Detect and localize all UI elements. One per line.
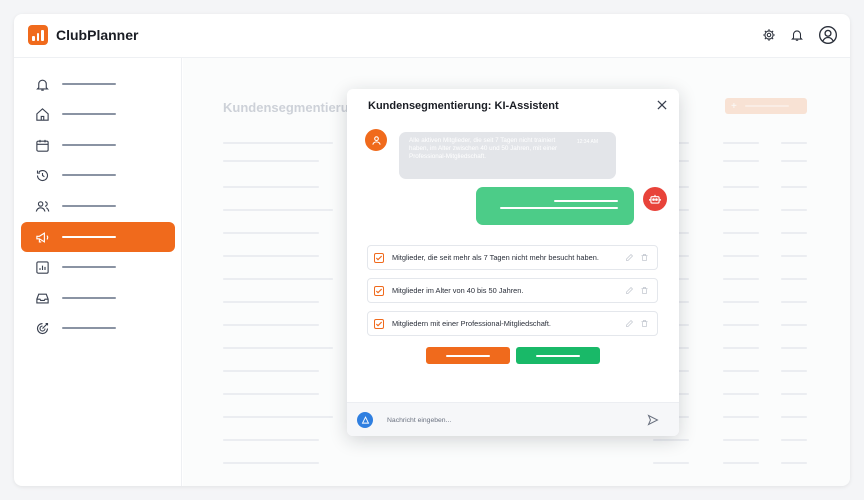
bell-icon — [36, 79, 49, 91]
sidebar-item-label — [62, 265, 116, 269]
sidebar-item-label — [62, 204, 116, 208]
users-icon — [35, 200, 50, 212]
criterion-label: Mitglieder im Alter von 40 bis 50 Jahren… — [392, 286, 524, 295]
history-icon — [36, 169, 48, 181]
composer-avatar — [357, 412, 373, 428]
check-icon — [375, 255, 383, 260]
target-icon — [36, 322, 49, 334]
cancel-button[interactable] — [426, 347, 510, 364]
megaphone-icon — [36, 231, 49, 243]
button-label — [536, 354, 580, 357]
edit-icon[interactable] — [625, 319, 634, 328]
sidebar-item-label — [62, 143, 116, 147]
bell-icon[interactable] — [790, 28, 804, 42]
sidebar-item-label — [62, 82, 116, 86]
send-icon[interactable] — [647, 414, 659, 426]
logo-icon — [28, 25, 48, 45]
sidebar-item-calendar[interactable] — [21, 130, 175, 160]
sidebar-item-history[interactable] — [21, 160, 175, 190]
criterion-item[interactable]: Mitglieder im Alter von 40 bis 50 Jahren… — [367, 278, 658, 303]
criterion-item[interactable]: Mitgliedern mit einer Professional-Mitgl… — [367, 311, 658, 336]
app-logo[interactable]: ClubPlanner — [28, 25, 138, 45]
check-icon — [375, 288, 383, 293]
criterion-checkbox[interactable] — [374, 252, 384, 263]
sidebar-item-members[interactable] — [21, 191, 175, 221]
robot-icon — [649, 194, 661, 204]
user-avatar — [365, 129, 387, 151]
sidebar-item-reports[interactable] — [21, 252, 175, 282]
user-message-bubble: Alle aktiven Mitglieder, die seit 7 Tage… — [399, 132, 616, 179]
user-icon[interactable] — [818, 25, 838, 45]
assistant-message-line — [500, 207, 618, 209]
settings-icon[interactable] — [762, 28, 776, 42]
delete-icon[interactable] — [640, 319, 649, 328]
criterion-item[interactable]: Mitglieder, die seit mehr als 7 Tagen ni… — [367, 245, 658, 270]
close-icon[interactable] — [655, 98, 669, 112]
user-icon — [371, 135, 381, 145]
sidebar-item-label — [62, 235, 116, 239]
sidebar-item-label — [62, 326, 116, 330]
chart-icon — [36, 260, 49, 274]
criterion-label: Mitgliedern mit einer Professional-Mitgl… — [392, 319, 551, 328]
criterion-label: Mitglieder, die seit mehr als 7 Tagen ni… — [392, 253, 599, 262]
delete-icon[interactable] — [640, 286, 649, 295]
message-timestamp: 12:34 AM — [576, 139, 598, 145]
dialog-title: Kundensegmentierung: KI-Assistent — [368, 100, 559, 112]
user-message-text: Alle aktiven Mitglieder, die seit 7 Tage… — [409, 137, 558, 160]
inbox-icon — [36, 293, 49, 303]
assistant-icon — [361, 415, 369, 424]
assistant-avatar — [643, 187, 667, 211]
home-icon — [36, 107, 49, 121]
top-bar: ClubPlanner — [14, 14, 850, 58]
calendar-icon — [36, 139, 49, 152]
sidebar-item-label — [62, 112, 116, 116]
app-name: ClubPlanner — [56, 27, 139, 43]
check-icon — [375, 321, 383, 326]
button-label — [446, 354, 490, 357]
edit-icon[interactable] — [625, 286, 634, 295]
sidebar — [14, 58, 182, 486]
criterion-checkbox[interactable] — [374, 318, 384, 329]
criterion-checkbox[interactable] — [374, 285, 384, 296]
assistant-message-bubble — [476, 187, 634, 225]
sidebar-item-inbox[interactable] — [21, 283, 175, 313]
delete-icon[interactable] — [640, 253, 649, 262]
sidebar-item-marketing[interactable] — [21, 222, 175, 252]
sidebar-item-notifications[interactable] — [21, 69, 175, 99]
edit-icon[interactable] — [625, 253, 634, 262]
ai-assistant-dialog: Kundensegmentierung: KI-Assistent Alle a… — [347, 89, 679, 436]
apply-button[interactable] — [516, 347, 600, 364]
sidebar-item-label — [62, 296, 116, 300]
sidebar-item-home[interactable] — [21, 99, 175, 129]
sidebar-item-goals[interactable] — [21, 313, 175, 343]
sidebar-item-label — [62, 173, 116, 177]
assistant-message-line — [554, 200, 618, 202]
message-composer — [347, 402, 679, 436]
message-input[interactable] — [387, 412, 627, 428]
